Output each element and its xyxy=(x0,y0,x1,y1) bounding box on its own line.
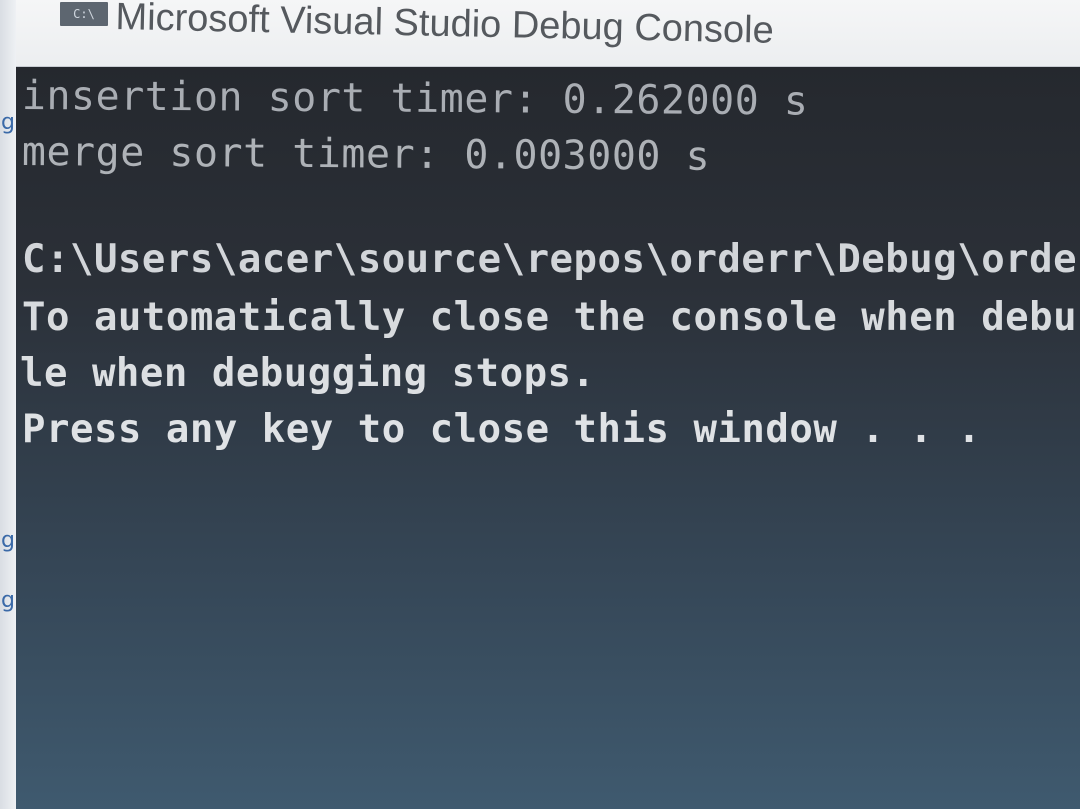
console-line-merge-timer: merge sort timer: 0.003000 s xyxy=(21,129,711,180)
console-app-icon[interactable]: C:\ xyxy=(60,2,108,26)
console-line-exe-path: C:\Users\acer\source\repos\orderr\Debug\… xyxy=(22,237,1078,282)
screen-photo: g g g C:\ Microsoft Visual Studio Debug … xyxy=(0,0,1080,809)
window-title: Microsoft Visual Studio Debug Console xyxy=(115,0,775,52)
title-bar[interactable]: C:\ Microsoft Visual Studio Debug Consol… xyxy=(16,0,1080,67)
console-output[interactable]: insertion sort timer: 0.262000 s merge s… xyxy=(16,67,1080,809)
console-line-insertion-timer: insertion sort timer: 0.262000 s xyxy=(21,73,809,125)
background-window-glyph: g xyxy=(1,110,15,135)
background-window-glyph: g xyxy=(1,528,15,553)
background-window-glyph: g xyxy=(1,588,15,613)
console-empty-area[interactable] xyxy=(16,467,1080,809)
console-line-press-any-key: Press any key to close this window . . . xyxy=(22,407,982,452)
background-window-edge: g g g xyxy=(0,0,16,809)
console-line-autoclose-hint-cont: le when debugging stops. xyxy=(20,351,596,396)
console-line-autoclose-hint: To automatically close the console when … xyxy=(22,295,1078,340)
